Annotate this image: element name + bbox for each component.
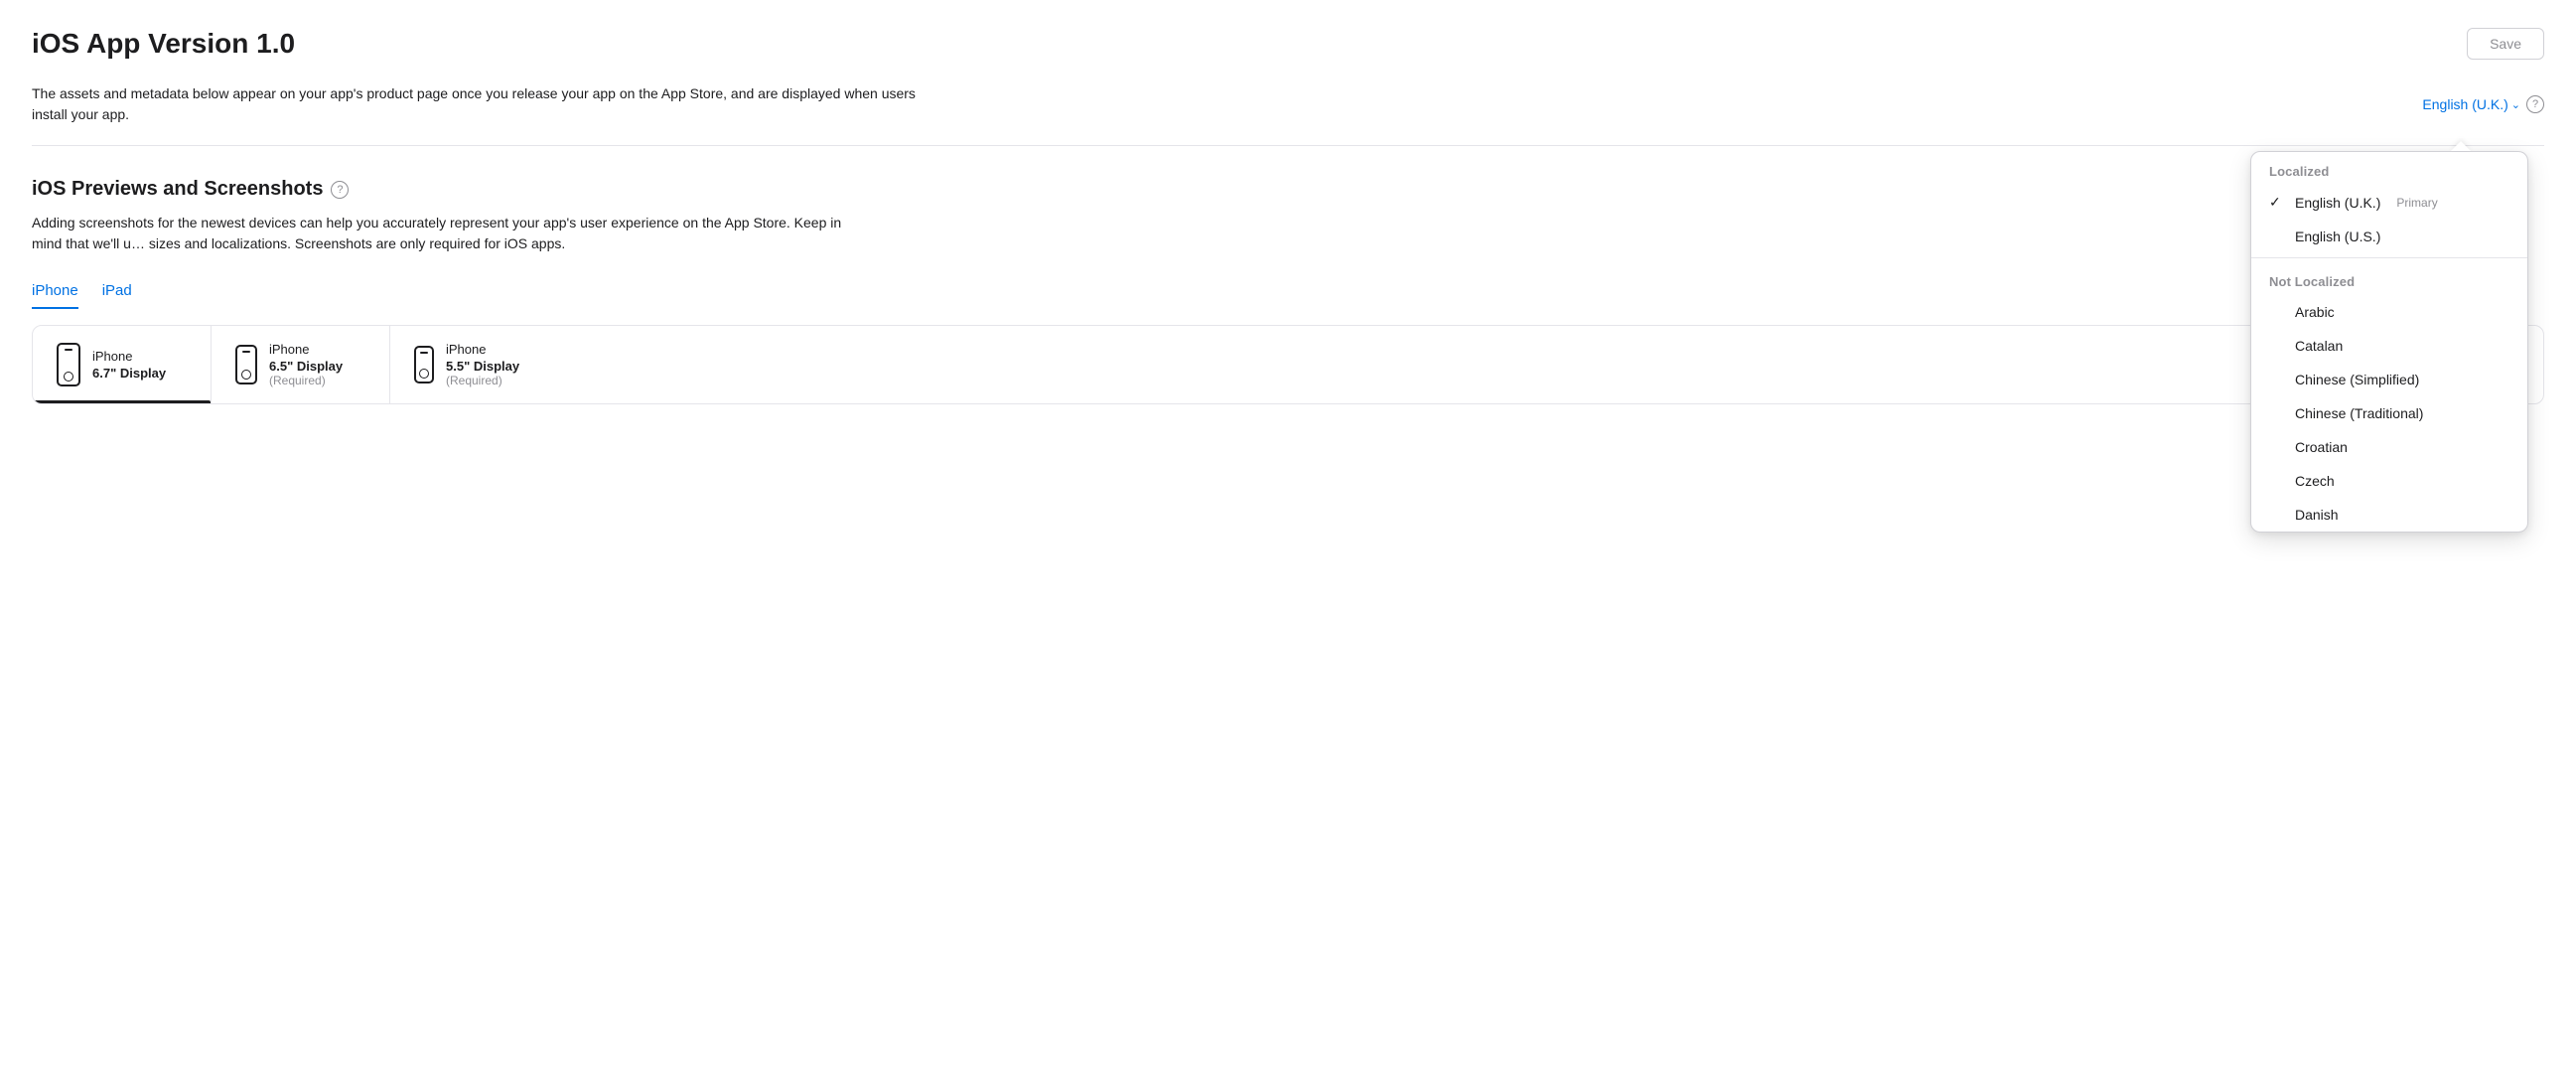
device-card-65[interactable]: iPhone 6.5" Display (Required) [212, 326, 390, 403]
dropdown-arrow [2451, 141, 2471, 151]
section-description: Adding screenshots for the newest device… [32, 213, 846, 254]
dropdown-item-label: English (U.K.) [2295, 195, 2380, 211]
dropdown-item-label: Chinese (Simplified) [2295, 372, 2419, 387]
section-help-icon[interactable]: ? [331, 181, 349, 199]
dropdown-item-chinese-simplified[interactable]: Chinese (Simplified) [2251, 363, 2527, 396]
dropdown-item-english-us[interactable]: English (U.S.) [2251, 220, 2527, 253]
dropdown-item-english-uk[interactable]: ✓ English (U.K.) Primary [2251, 185, 2527, 220]
dropdown-item-arabic[interactable]: Arabic [2251, 295, 2527, 329]
device-size: 6.7" Display [92, 366, 166, 381]
dropdown-item-danish[interactable]: Danish [2251, 498, 2527, 532]
device-size: 5.5" Display [446, 359, 519, 374]
language-selector: English (U.K.) ⌄ ? [2422, 95, 2544, 113]
phone-icon [235, 345, 257, 384]
device-name: iPhone [446, 342, 519, 359]
page-title: iOS App Version 1.0 [32, 28, 295, 60]
device-required: (Required) [269, 374, 343, 387]
language-label: English (U.K.) [2422, 96, 2507, 112]
save-button[interactable]: Save [2467, 28, 2544, 60]
device-cards-row: iPhone 6.7" Display iPhone 6.5" Display … [33, 326, 2543, 403]
dropdown-item-label: Catalan [2295, 338, 2343, 354]
device-card-67[interactable]: iPhone 6.7" Display [33, 326, 212, 403]
not-localized-section-label: Not Localized [2251, 262, 2527, 295]
tab-ipad[interactable]: iPad [102, 274, 132, 309]
section-title: iOS Previews and Screenshots [32, 178, 323, 201]
dropdown-divider [2251, 257, 2527, 258]
dropdown-item-czech[interactable]: Czech [2251, 464, 2527, 498]
dropdown-item-croatian[interactable]: Croatian [2251, 430, 2527, 464]
device-card-55[interactable]: iPhone 5.5" Display (Required) [390, 326, 569, 403]
chevron-down-icon: ⌄ [2511, 98, 2520, 111]
device-type-tabs: iPhone iPad [32, 274, 2544, 309]
device-name: iPhone [269, 342, 343, 359]
dropdown-item-label: Arabic [2295, 304, 2335, 320]
page-description: The assets and metadata below appear on … [32, 83, 926, 125]
dropdown-item-label: Danish [2295, 507, 2339, 523]
device-name: iPhone [92, 349, 166, 366]
check-icon: ✓ [2269, 194, 2285, 211]
phone-icon [414, 346, 434, 383]
primary-badge: Primary [2396, 196, 2437, 210]
device-size: 6.5" Display [269, 359, 343, 374]
dropdown-item-label: English (U.S.) [2295, 229, 2380, 244]
phone-icon [57, 343, 80, 386]
language-dropdown-trigger[interactable]: English (U.K.) ⌄ [2422, 96, 2520, 112]
device-cards-container: iPhone 6.7" Display iPhone 6.5" Display … [32, 325, 2544, 404]
tab-iphone[interactable]: iPhone [32, 274, 78, 309]
language-dropdown-menu: Localized ✓ English (U.K.) Primary Engli… [2250, 151, 2528, 533]
dropdown-item-catalan[interactable]: Catalan [2251, 329, 2527, 363]
localized-section-label: Localized [2251, 152, 2527, 185]
dropdown-item-chinese-traditional[interactable]: Chinese (Traditional) [2251, 396, 2527, 430]
dropdown-item-label: Chinese (Traditional) [2295, 405, 2423, 421]
dropdown-item-label: Czech [2295, 473, 2335, 489]
device-required: (Required) [446, 374, 519, 387]
language-help-icon[interactable]: ? [2526, 95, 2544, 113]
dropdown-item-label: Croatian [2295, 439, 2348, 455]
section-header: iOS Previews and Screenshots ? [32, 178, 2544, 201]
